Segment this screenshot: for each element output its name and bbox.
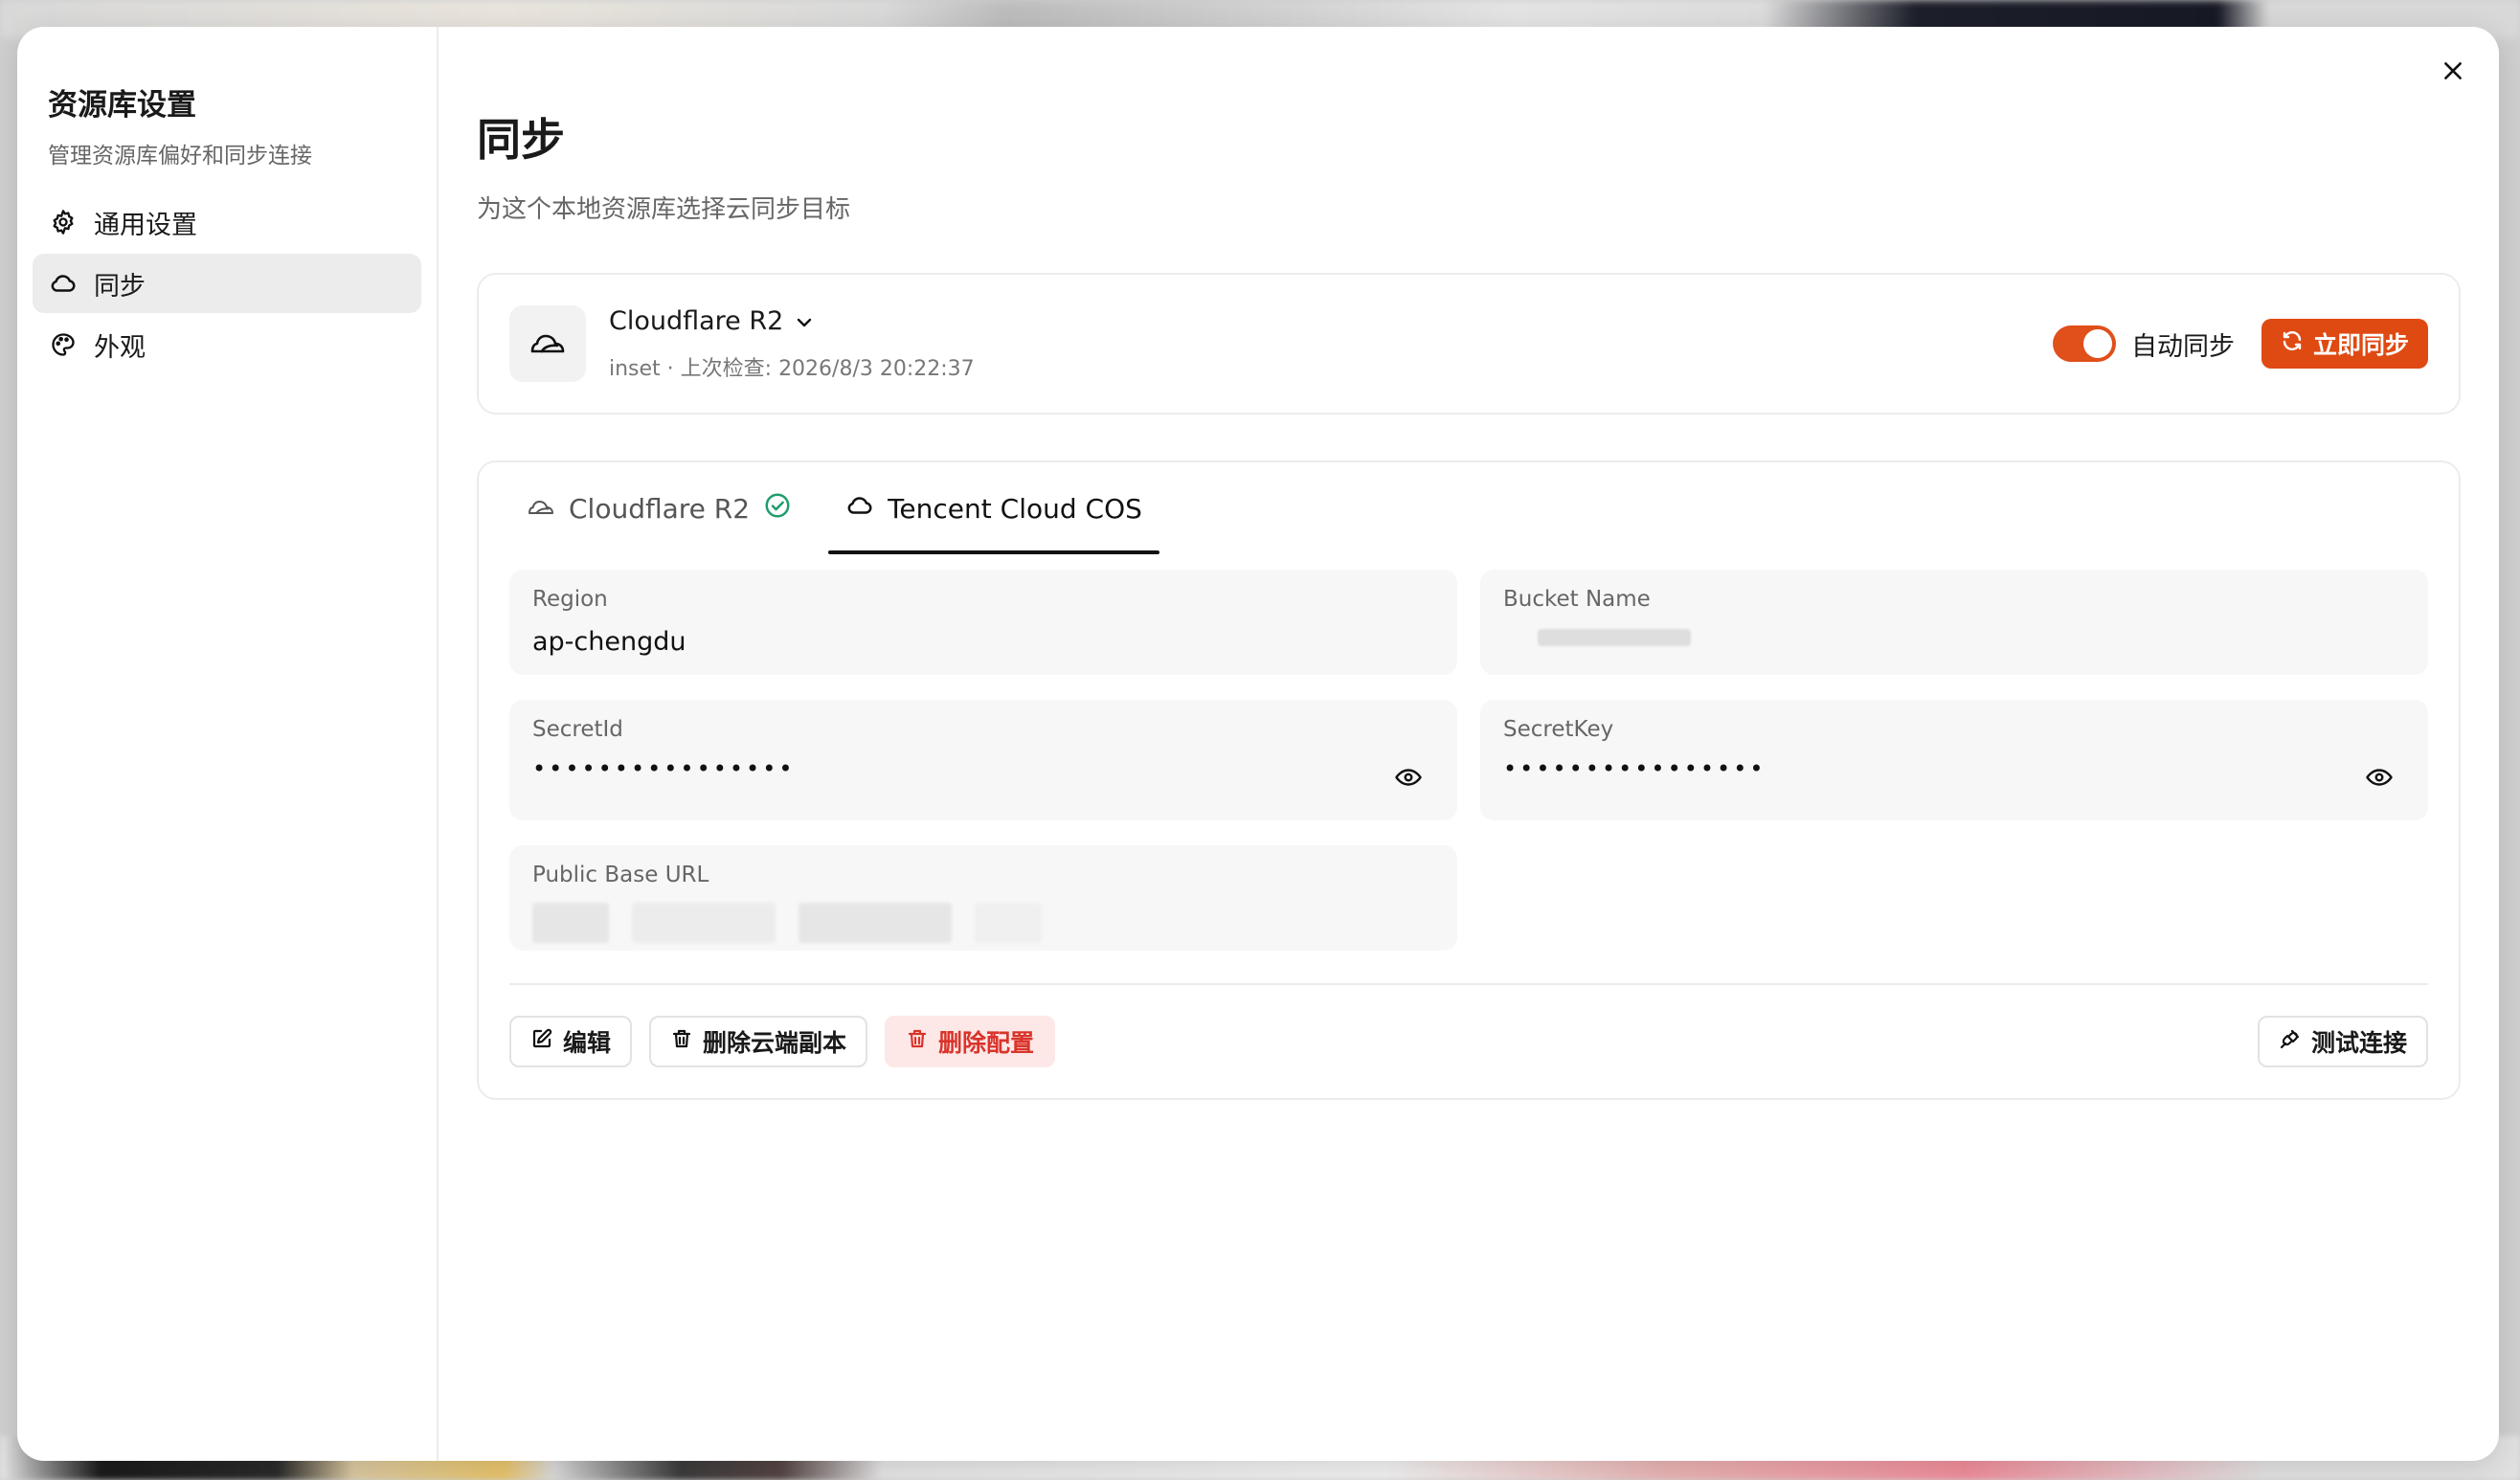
cloud-icon <box>845 491 874 527</box>
cloudflare-icon <box>509 305 586 382</box>
settings-dialog: 资源库设置 管理资源库偏好和同步连接 通用设置 同步 外观 同步 为这个本地资源… <box>17 27 2499 1461</box>
provider-tabs: Cloudflare R2 Tencent Cloud COS <box>509 462 2428 554</box>
refresh-icon <box>2281 329 2304 358</box>
test-connection-button[interactable]: 测试连接 <box>2257 1016 2428 1067</box>
sidebar-item-label: 同步 <box>94 271 146 302</box>
sidebar-item-sync[interactable]: 同步 <box>33 254 421 313</box>
tab-label: Tencent Cloud COS <box>888 492 1142 525</box>
sidebar-title: 资源库设置 <box>48 88 196 123</box>
gear-icon <box>48 207 79 237</box>
check-circle-icon <box>763 491 792 527</box>
page-title: 同步 <box>477 114 565 166</box>
auto-sync-label: 自动同步 <box>2130 331 2235 362</box>
edit-button[interactable]: 编辑 <box>509 1016 633 1067</box>
divider <box>509 983 2428 985</box>
tab-tencent-cos[interactable]: Tencent Cloud COS <box>828 462 1159 554</box>
public-base-url-label: Public Base URL <box>532 863 709 887</box>
public-base-url-redacted <box>532 903 1434 943</box>
provider-info: Cloudflare R2 inset · 上次检查: 2026/8/3 20:… <box>609 306 975 382</box>
provider-meta: inset · 上次检查: 2026/8/3 20:22:37 <box>609 356 975 381</box>
toggle-knob <box>2082 329 2112 358</box>
config-fields: Region ap-chengdu Bucket Name SecretId •… <box>509 570 2428 951</box>
bucket-name-redacted <box>1538 629 1691 646</box>
edit-label: 编辑 <box>563 1029 612 1057</box>
secret-id-value: •••••••••••••••• <box>532 755 796 782</box>
trash-icon <box>670 1027 693 1056</box>
secret-id-label: SecretId <box>532 717 623 742</box>
bucket-name-field[interactable]: Bucket Name <box>1480 570 2428 675</box>
test-connection-label: 测试连接 <box>2310 1029 2407 1057</box>
sidebar-item-general[interactable]: 通用设置 <box>33 192 421 252</box>
chevron-down-icon <box>795 306 814 336</box>
config-actions: 编辑 删除云端副本 删除配置 测试连接 <box>509 1016 2428 1067</box>
secret-id-field[interactable]: SecretId •••••••••••••••• <box>509 700 1457 820</box>
tab-label: Cloudflare R2 <box>569 492 751 525</box>
secret-key-label: SecretKey <box>1503 717 1614 742</box>
tab-cloudflare-r2[interactable]: Cloudflare R2 <box>509 462 809 554</box>
cloud-icon <box>48 268 79 299</box>
auto-sync-toggle[interactable] <box>2052 325 2116 362</box>
delete-cloud-copy-button[interactable]: 删除云端副本 <box>649 1016 868 1067</box>
page-subtitle: 为这个本地资源库选择云同步目标 <box>477 195 851 224</box>
secret-key-value: •••••••••••••••• <box>1503 755 1766 782</box>
plug-icon <box>2279 1027 2302 1056</box>
palette-icon <box>48 329 79 360</box>
bucket-name-label: Bucket Name <box>1503 587 1651 612</box>
region-label: Region <box>532 587 608 612</box>
eye-icon[interactable] <box>1394 763 1423 796</box>
trash-icon <box>906 1027 929 1056</box>
provider-name: Cloudflare R2 <box>609 305 784 336</box>
sync-now-button[interactable]: 立即同步 <box>2261 319 2428 369</box>
sidebar-nav: 通用设置 同步 外观 <box>33 192 421 374</box>
public-base-url-field[interactable]: Public Base URL <box>509 845 1457 951</box>
provider-config-card: Cloudflare R2 Tencent Cloud COS Region a… <box>477 460 2461 1100</box>
edit-icon <box>530 1027 553 1056</box>
delete-cloud-copy-label: 删除云端副本 <box>703 1029 847 1057</box>
cloudflare-icon <box>527 493 555 525</box>
delete-config-button[interactable]: 删除配置 <box>885 1016 1056 1067</box>
sidebar: 资源库设置 管理资源库偏好和同步连接 通用设置 同步 外观 <box>17 27 439 1461</box>
secret-key-field[interactable]: SecretKey •••••••••••••••• <box>1480 700 2428 820</box>
sidebar-item-label: 通用设置 <box>94 210 197 240</box>
active-provider-card: Cloudflare R2 inset · 上次检查: 2026/8/3 20:… <box>477 273 2461 415</box>
sync-now-label: 立即同步 <box>2312 331 2409 359</box>
sidebar-subtitle: 管理资源库偏好和同步连接 <box>48 144 312 168</box>
main-panel: 同步 为这个本地资源库选择云同步目标 Cloudflare R2 inset ·… <box>439 27 2499 1461</box>
sidebar-item-label: 外观 <box>94 332 146 363</box>
close-icon <box>2441 58 2465 87</box>
region-value: ap-chengdu <box>532 627 686 657</box>
eye-icon[interactable] <box>2365 763 2394 796</box>
region-field[interactable]: Region ap-chengdu <box>509 570 1457 675</box>
delete-config-label: 删除配置 <box>938 1029 1035 1057</box>
provider-selector[interactable]: Cloudflare R2 <box>609 306 975 336</box>
sync-controls: 自动同步 立即同步 <box>2052 319 2428 369</box>
sidebar-item-appearance[interactable]: 外观 <box>33 315 421 374</box>
close-button[interactable] <box>2432 52 2474 94</box>
